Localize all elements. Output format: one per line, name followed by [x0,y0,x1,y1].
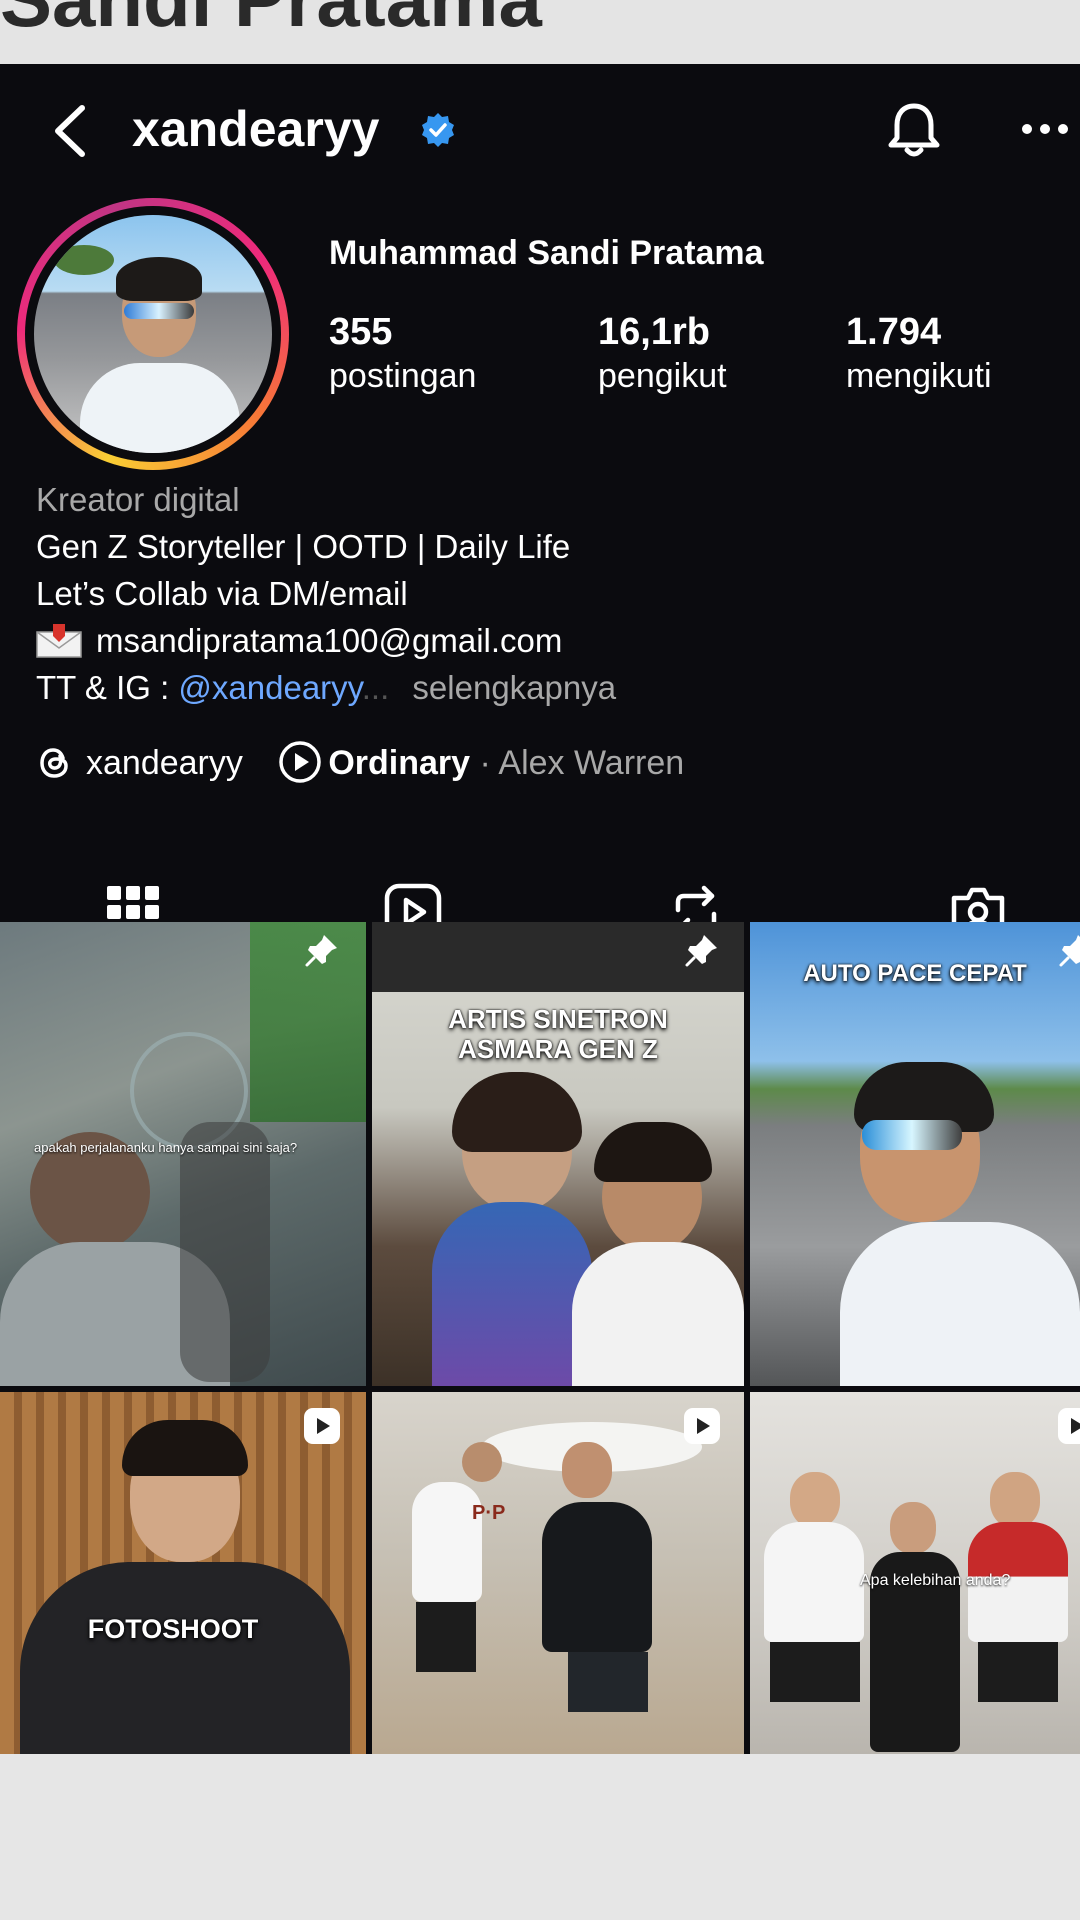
stat-value: 16,1rb [598,311,710,353]
bio-line: Gen Z Storyteller | OOTD | Daily Life [36,528,571,565]
post-tile[interactable]: AUTO PACE CEPAT [750,922,1080,1386]
profile-header: xandearyy [0,64,1080,199]
stat-posts[interactable]: 355 postingan [329,310,476,398]
song-artist: Alex Warren [498,744,685,782]
avatar-photo [34,215,272,453]
music-play-icon [279,741,322,783]
bio-more-link[interactable]: selengkapnya [412,669,616,706]
more-options-icon[interactable] [1020,122,1070,136]
envelope-icon [36,624,82,658]
stat-following[interactable]: 1.794 mengikuti [846,310,992,398]
post-caption-text: apakah perjalananku hanya sampai sini sa… [34,1140,298,1155]
post-caption: FOTOSHOOT [87,1614,259,1644]
post-caption-text: Apa kelebihan anda? [860,1572,1011,1589]
bio-email-line: msandipratama100@gmail.com [36,617,1066,664]
bio-line: Let’s Collab via DM/email [36,575,408,612]
post-caption: ARTIS SINETRON ASMARA GEN Z [448,1004,668,1064]
stat-label: postingan [329,357,477,395]
reel-icon [304,1408,340,1444]
post-tile[interactable]: ARTIS SINETRON ASMARA GEN Z [372,922,744,1386]
bio-email[interactable]: msandipratama100@gmail.com [96,622,562,659]
instagram-profile-screen: xandearyy Muhammad Sandi Pratama 355 pos… [0,64,1080,1754]
background-heading: Sandi Pratama [0,0,542,45]
profile-full-name: Muhammad Sandi Pratama [329,234,764,272]
stat-followers[interactable]: 16,1rb pengikut [598,310,727,398]
bio-category: Kreator digital [36,481,240,518]
pinned-icon [1059,935,1080,967]
notification-bell-icon[interactable] [882,98,946,162]
background-strip: Sandi Pratama [0,0,1080,64]
profile-meta-row: xandearyy Ordinary · Alex Warren [36,740,684,784]
post-caption: AUTO PACE CEPAT [803,960,1027,987]
profile-avatar[interactable] [17,198,289,470]
profile-username: xandearyy [132,101,380,157]
verified-badge-icon [422,113,454,147]
song-title[interactable]: Ordinary [328,744,470,782]
reel-icon [684,1408,720,1444]
post-tile[interactable]: FOTOSHOOT [0,1392,366,1754]
post-tile[interactable]: P·P [372,1392,744,1754]
stat-value: 355 [329,311,393,353]
pinned-icon [305,935,337,967]
stat-value: 1.794 [846,311,942,353]
bio-handle-link[interactable]: @xandearyy [178,669,361,706]
stat-label: mengikuti [846,357,992,395]
threads-handle[interactable]: xandearyy [86,744,243,782]
threads-icon [40,748,68,778]
reel-icon [1058,1408,1080,1444]
storefront-sign: P·P [472,1502,506,1524]
stat-label: pengikut [598,357,727,395]
pinned-icon [685,935,717,967]
background-bottom [0,1754,1080,1920]
profile-bio: Kreator digital Gen Z Storyteller | OOTD… [36,476,1066,711]
post-tile[interactable]: Apa kelebihan anda? [750,1392,1080,1754]
post-tile[interactable]: apakah perjalananku hanya sampai sini sa… [0,922,366,1386]
bio-links-line: TT & IG : @xandearyy... selengkapnya [36,669,617,706]
back-arrow-icon[interactable] [48,102,92,160]
